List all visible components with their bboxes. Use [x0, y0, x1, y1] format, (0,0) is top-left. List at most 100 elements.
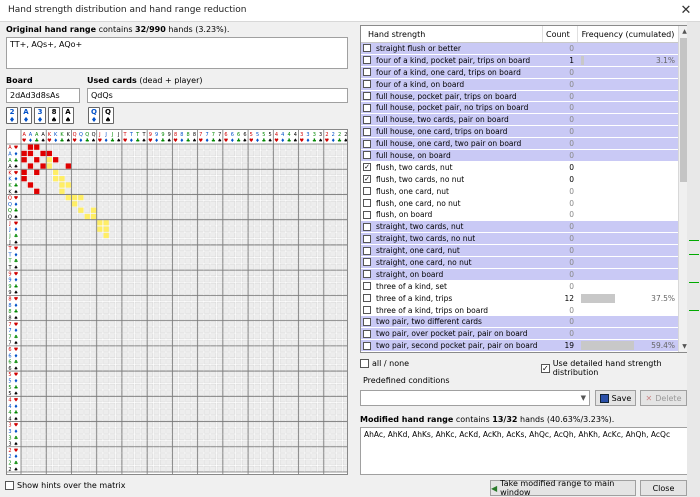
- matrix-cell[interactable]: [191, 402, 198, 409]
- matrix-cell[interactable]: [178, 421, 185, 428]
- matrix-cell[interactable]: [292, 301, 299, 308]
- matrix-cell[interactable]: [90, 440, 97, 447]
- matrix-cell[interactable]: [336, 238, 343, 245]
- matrix-cell[interactable]: [292, 308, 299, 314]
- matrix-cell[interactable]: [342, 150, 348, 157]
- matrix-cell[interactable]: [122, 308, 128, 314]
- matrix-cell[interactable]: [317, 219, 324, 226]
- matrix-cell[interactable]: [330, 333, 336, 340]
- matrix-cell[interactable]: [204, 213, 210, 220]
- matrix-cell[interactable]: [336, 213, 343, 220]
- matrix-cell[interactable]: [204, 377, 210, 384]
- matrix-cell[interactable]: [122, 465, 128, 472]
- matrix-cell[interactable]: [166, 194, 172, 201]
- matrix-cell[interactable]: [103, 440, 109, 447]
- matrix-cell[interactable]: [153, 352, 160, 358]
- matrix-cell[interactable]: [260, 365, 267, 371]
- matrix-cell[interactable]: [336, 201, 343, 207]
- matrix-cell[interactable]: [71, 333, 78, 340]
- row-checkbox[interactable]: [363, 317, 371, 326]
- matrix-cell[interactable]: [27, 447, 34, 453]
- matrix-cell[interactable]: [254, 383, 261, 390]
- matrix-cell[interactable]: [122, 238, 128, 245]
- matrix-cell[interactable]: [235, 175, 242, 182]
- matrix-cell[interactable]: [84, 447, 90, 453]
- matrix-cell[interactable]: [279, 245, 286, 251]
- matrix-cell[interactable]: [204, 270, 210, 276]
- matrix-cell[interactable]: [33, 150, 40, 157]
- matrix-cell[interactable]: [96, 390, 103, 396]
- matrix-cell[interactable]: [128, 163, 135, 169]
- matrix-cell[interactable]: [311, 390, 317, 396]
- matrix-cell[interactable]: [330, 188, 336, 194]
- matrix-cell[interactable]: [191, 440, 198, 447]
- matrix-cell[interactable]: [153, 226, 160, 232]
- matrix-cell[interactable]: [134, 352, 141, 358]
- matrix-cell[interactable]: [21, 453, 27, 459]
- matrix-cell[interactable]: [298, 383, 305, 390]
- matrix-cell[interactable]: [103, 276, 109, 283]
- matrix-cell[interactable]: [330, 245, 336, 251]
- matrix-cell[interactable]: [172, 245, 179, 251]
- matrix-cell[interactable]: [27, 289, 34, 295]
- matrix-cell[interactable]: [311, 327, 317, 333]
- matrix-cell[interactable]: [279, 390, 286, 396]
- matrix-cell[interactable]: [191, 409, 198, 415]
- matrix-cell[interactable]: [84, 327, 90, 333]
- matrix-cell[interactable]: [115, 207, 122, 213]
- matrix-cell[interactable]: [216, 226, 223, 232]
- matrix-cell[interactable]: [21, 320, 27, 327]
- matrix-cell[interactable]: [286, 308, 292, 314]
- matrix-cell[interactable]: [166, 396, 172, 403]
- matrix-cell[interactable]: [172, 283, 179, 289]
- matrix-cell[interactable]: [59, 289, 65, 295]
- matrix-cell[interactable]: [336, 245, 343, 251]
- matrix-cell[interactable]: [185, 169, 191, 176]
- matrix-cell[interactable]: [286, 289, 292, 295]
- matrix-cell[interactable]: [40, 383, 46, 390]
- matrix-cell[interactable]: [128, 207, 135, 213]
- matrix-cell[interactable]: [90, 358, 97, 365]
- matrix-cell[interactable]: [191, 175, 198, 182]
- matrix-cell[interactable]: [191, 415, 198, 422]
- matrix-cell[interactable]: [21, 219, 27, 226]
- matrix-cell[interactable]: [267, 182, 273, 188]
- matrix-cell[interactable]: [59, 238, 65, 245]
- matrix-cell[interactable]: [71, 283, 78, 289]
- matrix-cell[interactable]: [235, 377, 242, 384]
- matrix-cell[interactable]: [84, 421, 90, 428]
- matrix-cell[interactable]: [128, 201, 135, 207]
- matrix-cell[interactable]: [33, 333, 40, 340]
- matrix-cell-hint[interactable]: [97, 220, 103, 226]
- matrix-cell[interactable]: [342, 163, 348, 169]
- matrix-cell[interactable]: [46, 276, 53, 283]
- matrix-cell[interactable]: [229, 365, 235, 371]
- matrix-cell[interactable]: [210, 365, 217, 371]
- matrix-cell[interactable]: [229, 213, 235, 220]
- matrix-cell[interactable]: [229, 434, 235, 440]
- matrix-cell[interactable]: [260, 182, 267, 188]
- matrix-cell[interactable]: [147, 415, 153, 422]
- matrix-cell[interactable]: [59, 150, 65, 157]
- matrix-cell[interactable]: [71, 232, 78, 239]
- matrix-cell[interactable]: [71, 175, 78, 182]
- matrix-cell[interactable]: [311, 289, 317, 295]
- matrix-cell[interactable]: [78, 440, 84, 447]
- matrix-cell[interactable]: [185, 434, 191, 440]
- header-count[interactable]: Count: [543, 26, 578, 42]
- matrix-cell[interactable]: [160, 453, 166, 459]
- table-row[interactable]: four of a kind, one card, trips on board…: [361, 66, 689, 79]
- matrix-cell[interactable]: [40, 339, 46, 346]
- matrix-cell[interactable]: [52, 447, 59, 453]
- matrix-cell[interactable]: [185, 301, 191, 308]
- matrix-cell[interactable]: [46, 144, 53, 150]
- matrix-cell[interactable]: [84, 163, 90, 169]
- matrix-cell[interactable]: [298, 390, 305, 396]
- matrix-cell[interactable]: [65, 320, 71, 327]
- matrix-cell[interactable]: [153, 447, 160, 453]
- matrix-cell[interactable]: [248, 182, 254, 188]
- matrix-cell[interactable]: [260, 283, 267, 289]
- matrix-cell[interactable]: [153, 207, 160, 213]
- matrix-cell[interactable]: [191, 144, 198, 150]
- matrix-cell[interactable]: [128, 358, 135, 365]
